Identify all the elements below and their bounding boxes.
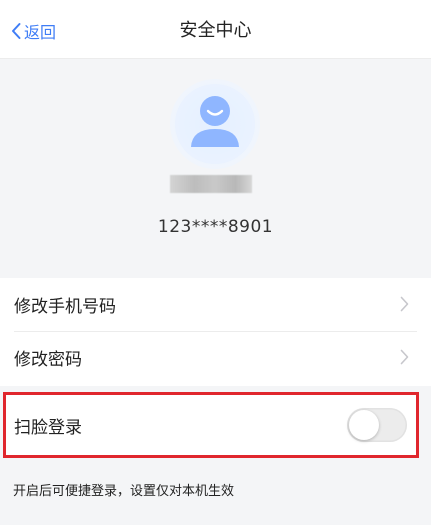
security-center-screen: 返回 安全中心 123****8901 修改手机号码 修改密码 扫脸登录 开启后… [0, 0, 431, 525]
nav-bar: 返回 安全中心 [0, 0, 431, 59]
account-settings-list: 修改手机号码 修改密码 [0, 278, 431, 386]
face-login-hint: 开启后可便捷登录，设置仅对本机生效 [13, 484, 235, 499]
user-avatar-icon [175, 84, 255, 164]
profile-section: 123****8901 [0, 59, 431, 276]
change-phone-label: 修改手机号码 [14, 297, 116, 317]
chevron-right-icon [400, 296, 409, 312]
change-password-row[interactable]: 修改密码 [0, 331, 431, 384]
chevron-right-icon [400, 349, 409, 365]
page-title: 安全中心 [179, 20, 252, 41]
avatar [170, 79, 260, 169]
change-phone-row[interactable]: 修改手机号码 [0, 278, 431, 331]
change-password-label: 修改密码 [14, 350, 82, 370]
phone-number: 123****8901 [157, 217, 274, 237]
highlight-box [3, 392, 419, 458]
blurred-username [170, 175, 252, 193]
